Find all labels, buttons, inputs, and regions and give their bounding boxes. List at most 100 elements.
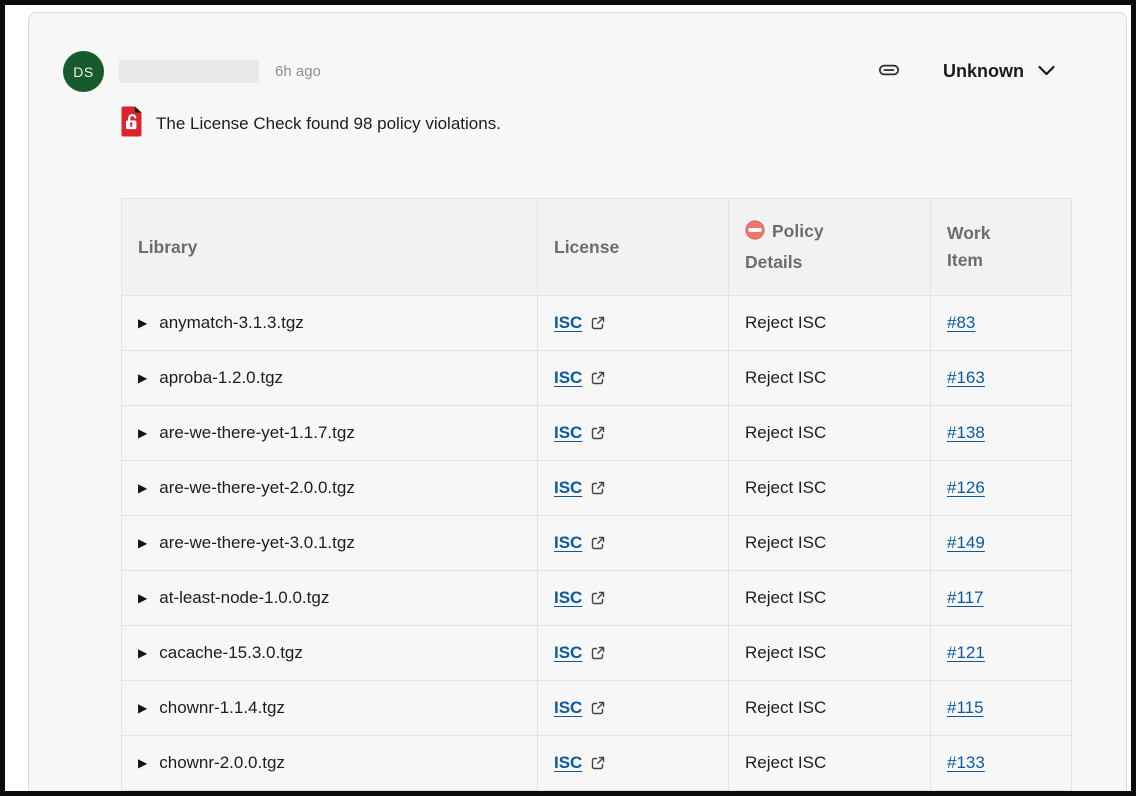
license-link[interactable]: ISC <box>554 313 582 333</box>
work-item-cell: #115 <box>931 681 1072 736</box>
comment-status-label: Unknown <box>943 61 1024 82</box>
policy-details-cell: Reject ISC <box>729 571 931 626</box>
work-item-link[interactable]: #138 <box>947 423 985 442</box>
column-header-license: License <box>538 199 729 296</box>
row-expander-icon[interactable]: ▶ <box>138 317 147 329</box>
library-cell: ▶ chownr-2.0.0.tgz <box>122 736 538 791</box>
table-row: ▶ aproba-1.2.0.tgz ISC Reject ISC #163 <box>122 351 1072 406</box>
library-name: chownr-1.1.4.tgz <box>159 698 285 718</box>
work-item-cell: #117 <box>931 571 1072 626</box>
column-header-library-label: Library <box>138 237 197 257</box>
work-item-cell: #83 <box>931 296 1072 351</box>
license-link[interactable]: ISC <box>554 643 582 663</box>
policy-details-cell: Reject ISC <box>729 461 931 516</box>
work-item-link[interactable]: #117 <box>947 588 984 607</box>
license-link[interactable]: ISC <box>554 368 582 388</box>
license-cell: ISC <box>538 516 729 571</box>
library-cell: ▶ aproba-1.2.0.tgz <box>122 351 538 406</box>
work-item-link[interactable]: #83 <box>947 313 975 332</box>
work-item-cell: #163 <box>931 351 1072 406</box>
license-link[interactable]: ISC <box>554 753 582 773</box>
violation-message: The License Check found 98 policy violat… <box>119 106 1126 142</box>
work-item-link[interactable]: #133 <box>947 753 985 772</box>
external-link-icon <box>590 645 606 661</box>
copy-link-button[interactable] <box>877 58 901 85</box>
table-row: ▶ are-we-there-yet-2.0.0.tgz ISC Reject … <box>122 461 1072 516</box>
work-item-link[interactable]: #149 <box>947 533 985 552</box>
license-cell: ISC <box>538 351 729 406</box>
library-cell: ▶ are-we-there-yet-1.1.7.tgz <box>122 406 538 461</box>
row-expander-icon[interactable]: ▶ <box>138 757 147 769</box>
license-cell: ISC <box>538 461 729 516</box>
table-row: ▶ are-we-there-yet-1.1.7.tgz ISC Reject … <box>122 406 1072 461</box>
policy-details-cell: Reject ISC <box>729 351 931 406</box>
policy-details-cell: Reject ISC <box>729 626 931 681</box>
license-cell: ISC <box>538 571 729 626</box>
row-expander-icon[interactable]: ▶ <box>138 702 147 714</box>
row-expander-icon[interactable]: ▶ <box>138 482 147 494</box>
policy-details-text: Reject ISC <box>745 313 826 332</box>
external-link-icon <box>590 480 606 496</box>
work-item-link[interactable]: #126 <box>947 478 985 497</box>
work-item-cell: #121 <box>931 626 1072 681</box>
policy-details-cell: Reject ISC <box>729 736 931 791</box>
external-link-icon <box>590 535 606 551</box>
work-item-cell: #126 <box>931 461 1072 516</box>
avatar-initials: DS <box>73 64 93 80</box>
screenshot-frame: DS 6h ago Unknown <box>0 0 1136 796</box>
column-header-policy-details: Policy Details <box>729 199 931 296</box>
column-header-work-item-label: Work Item <box>947 220 1007 274</box>
external-link-icon <box>590 755 606 771</box>
row-expander-icon[interactable]: ▶ <box>138 537 147 549</box>
link-icon <box>877 58 901 85</box>
license-cell: ISC <box>538 736 729 791</box>
policy-details-text: Reject ISC <box>745 368 826 387</box>
license-link[interactable]: ISC <box>554 698 582 718</box>
work-item-link[interactable]: #163 <box>947 368 985 387</box>
license-cell: ISC <box>538 406 729 461</box>
table-row: ▶ at-least-node-1.0.0.tgz ISC Reject ISC… <box>122 571 1072 626</box>
library-cell: ▶ are-we-there-yet-2.0.0.tgz <box>122 461 538 516</box>
library-name: are-we-there-yet-2.0.0.tgz <box>159 478 355 498</box>
policy-details-cell: Reject ISC <box>729 516 931 571</box>
library-name: are-we-there-yet-3.0.1.tgz <box>159 533 355 553</box>
comment-card: DS 6h ago Unknown <box>28 12 1127 796</box>
row-expander-icon[interactable]: ▶ <box>138 372 147 384</box>
work-item-link[interactable]: #121 <box>947 643 985 662</box>
table-row-partial <box>122 791 1072 796</box>
violation-message-text: The License Check found 98 policy violat… <box>156 114 501 134</box>
table-row: ▶ anymatch-3.1.3.tgz ISC Reject ISC #83 <box>122 296 1072 351</box>
work-item-link[interactable]: #115 <box>947 698 984 717</box>
library-name: cacache-15.3.0.tgz <box>159 643 303 663</box>
violations-table: Library License Policy Details Work Item <box>121 198 1072 796</box>
external-link-icon <box>590 590 606 606</box>
license-cell: ISC <box>538 626 729 681</box>
avatar: DS <box>63 51 104 92</box>
policy-details-text: Reject ISC <box>745 478 826 497</box>
policy-details-text: Reject ISC <box>745 588 826 607</box>
library-cell: ▶ anymatch-3.1.3.tgz <box>122 296 538 351</box>
row-expander-icon[interactable]: ▶ <box>138 647 147 659</box>
policy-details-cell: Reject ISC <box>729 681 931 736</box>
license-lock-icon <box>119 106 143 142</box>
library-cell: ▶ at-least-node-1.0.0.tgz <box>122 571 538 626</box>
column-header-library: Library <box>122 199 538 296</box>
policy-details-text: Reject ISC <box>745 698 826 717</box>
work-item-cell: #133 <box>931 736 1072 791</box>
library-cell: ▶ chownr-1.1.4.tgz <box>122 681 538 736</box>
license-link[interactable]: ISC <box>554 533 582 553</box>
work-item-cell: #138 <box>931 406 1072 461</box>
library-name: anymatch-3.1.3.tgz <box>159 313 304 333</box>
license-link[interactable]: ISC <box>554 588 582 608</box>
external-link-icon <box>590 700 606 716</box>
row-expander-icon[interactable]: ▶ <box>138 427 147 439</box>
comment-status-dropdown[interactable]: Unknown <box>943 61 1056 82</box>
license-link[interactable]: ISC <box>554 478 582 498</box>
license-link[interactable]: ISC <box>554 423 582 443</box>
row-expander-icon[interactable]: ▶ <box>138 592 147 604</box>
license-cell: ISC <box>538 296 729 351</box>
external-link-icon <box>590 315 606 331</box>
policy-details-cell: Reject ISC <box>729 296 931 351</box>
external-link-icon <box>590 425 606 441</box>
policy-details-text: Reject ISC <box>745 753 826 772</box>
